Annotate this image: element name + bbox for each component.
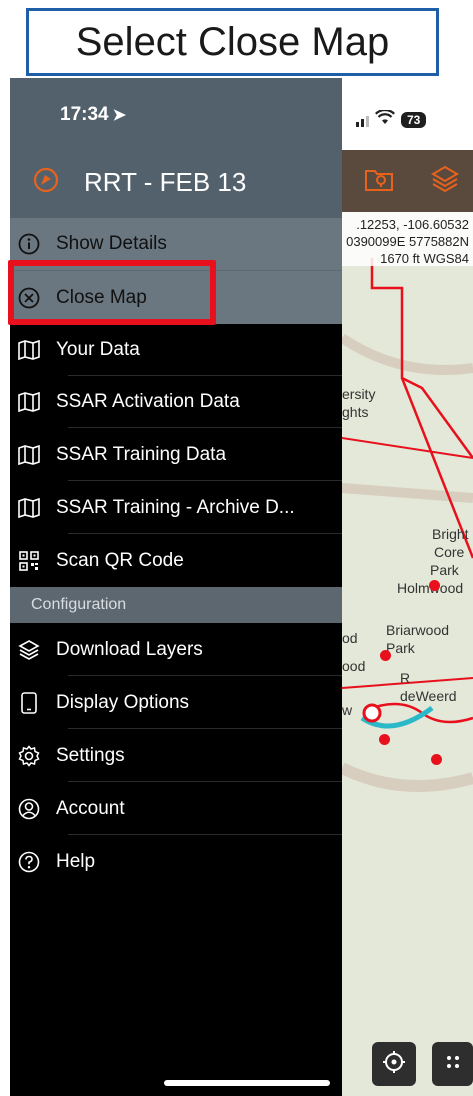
info-icon [18,233,40,255]
map-pin[interactable] [380,650,391,661]
menu-item-label: Download Layers [56,639,203,660]
section-header-configuration: Configuration [10,587,342,623]
menu-item-settings[interactable]: Settings [10,730,342,782]
tutorial-callout: Select Close Map [26,8,439,76]
menu-item-label: Account [56,798,125,819]
location-arrow-icon: ➤ [112,107,127,124]
menu-item-show-details[interactable]: Show Details [10,218,342,270]
side-drawer: 17:34 ➤ RRT - FEB 13 Show Details Close M… [10,78,342,1096]
menu-item-ssar-training-data[interactable]: SSAR Training Data [10,429,342,481]
menu-item-display-options[interactable]: Display Options [10,677,342,729]
map-icon [18,497,40,519]
phone-icon [18,692,40,714]
compass-icon [32,166,60,199]
map-label: R [400,670,411,686]
menu-item-ssar-activation-data[interactable]: SSAR Activation Data [10,376,342,428]
map-label: Bright [432,526,469,542]
divider [68,427,342,428]
map-label: ghts [342,404,369,420]
menu-item-scan-qr-code[interactable]: Scan QR Code [10,535,342,587]
menu-item-label: Close Map [56,286,147,308]
menu-item-label: SSAR Training Data [56,444,227,465]
menu-item-close-map[interactable]: Close Map [10,270,342,324]
map-label: deWeerd [400,688,457,704]
menu-item-label: Scan QR Code [56,550,184,571]
menu-item-label: SSAR Training - Archive D... [56,497,295,518]
divider [68,781,342,782]
menu-item-label: Your Data [56,339,140,360]
map-icon [18,444,40,466]
map-label: Core [434,544,465,560]
divider [68,533,342,534]
status-time: 17:34 ➤ [60,104,126,126]
coords-elevation: 1670 ft WGS84 [380,251,469,266]
drawer-title-row: RRT - FEB 13 [32,166,246,199]
gear-icon [18,745,40,767]
divider [68,834,342,835]
menu-item-your-data[interactable]: Your Data [10,324,342,376]
map-pin[interactable] [379,734,390,745]
callout-text: Select Close Map [75,19,390,64]
divider [68,675,342,676]
more-button[interactable] [432,1042,473,1086]
close-circle-icon [18,287,40,309]
map-label: ood [342,658,366,674]
crosshair-icon [382,1050,406,1079]
coords-utm: 0390099E 5775882N [346,234,469,249]
help-icon [18,851,40,873]
divider [68,728,342,729]
drawer-header: 17:34 ➤ RRT - FEB 13 [10,78,342,218]
map-icon [18,391,40,413]
map-pin[interactable] [429,580,440,591]
map-view[interactable]: 73 .12253, -106.60532 0390099E 5775882N … [342,78,473,1096]
map-label: od [342,630,358,646]
menu-item-account[interactable]: Account [10,783,342,835]
divider [68,480,342,481]
map-pin[interactable] [431,754,442,765]
time-text: 17:34 [60,104,109,125]
map-label: ersity [342,386,376,402]
menu-item-label: Help [56,851,96,872]
menu-item-label: Display Options [56,692,190,713]
menu-item-label: Show Details [56,233,167,254]
coordinates-readout: .12253, -106.60532 0390099E 5775882N 167… [342,212,473,266]
menu-item-download-layers[interactable]: Download Layers [10,624,342,676]
map-label: w [342,702,353,718]
locate-button[interactable] [372,1042,416,1086]
map-icon [18,339,40,361]
menu-item-label: Settings [56,745,125,766]
map-label: Park [430,562,459,578]
layers-icon [18,639,40,661]
map-label: Briarwood [386,622,450,638]
qr-code-icon [18,550,40,572]
menu-item-label: SSAR Activation Data [56,391,240,412]
menu-item-ssar-training-archive[interactable]: SSAR Training - Archive D... [10,482,342,534]
menu-item-help[interactable]: Help [10,836,342,888]
coords-latlon: .12253, -106.60532 [356,217,469,232]
account-icon [18,798,40,820]
map-title: RRT - FEB 13 [84,167,247,197]
home-indicator[interactable] [164,1080,330,1086]
dots-icon [446,1055,460,1074]
